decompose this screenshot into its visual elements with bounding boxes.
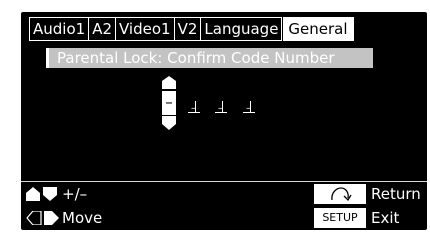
arrow-down-icon[interactable] [162,116,176,130]
title-bar: Parental Lock: Confirm Code Number [46,48,373,68]
up-down-keys-icon [26,187,57,201]
menu-tabs: Audio1 A2 Video1 V2 Language General [29,17,354,41]
code-digit-active[interactable]: – [162,91,176,115]
code-digit-3[interactable]: – [215,101,227,114]
osd-screen: Audio1 A2 Video1 V2 Language General Par… [21,12,427,230]
tab-a2[interactable]: A2 [88,17,115,41]
left-right-keys-icon [26,211,59,225]
code-entry: – – – – [162,74,282,136]
code-digit-4[interactable]: – [243,101,255,114]
page-title: Parental Lock: Confirm Code Number [57,49,335,67]
setup-button[interactable]: SETUP [314,208,366,228]
tab-general[interactable]: General [283,17,354,41]
tab-video1[interactable]: Video1 [115,17,174,41]
adjust-hint: +/– [62,185,88,203]
tab-v2[interactable]: V2 [173,17,201,41]
return-button[interactable] [314,184,366,204]
move-hint: Move [62,209,103,227]
code-digit-2[interactable]: – [188,101,200,114]
exit-label: Exit [371,209,400,227]
arrow-up-icon[interactable] [162,76,176,89]
footer-help: +/– Move Return SETUP Exit [21,182,427,230]
tab-audio1[interactable]: Audio1 [29,17,89,41]
return-arrow-icon [331,187,352,202]
return-label: Return [371,185,421,203]
tab-language[interactable]: Language [200,17,283,41]
